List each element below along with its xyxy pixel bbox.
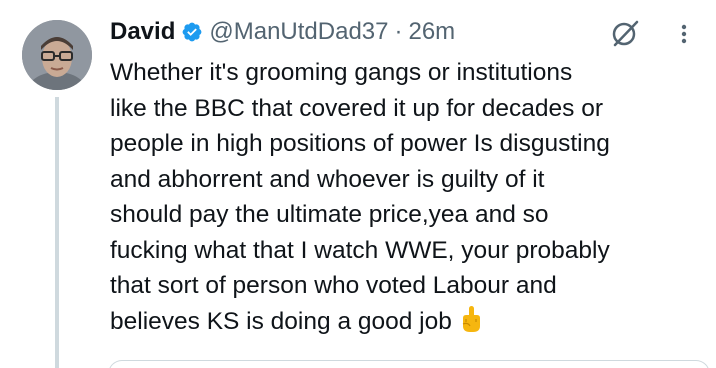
tweet-text-line-last: believes KS is doing a good job <box>110 304 710 340</box>
tweet-text-line: like the BBC that covered it up for deca… <box>110 94 603 122</box>
quoted-post-card[interactable] <box>108 360 710 368</box>
tweet-text-line: believes KS is doing a good job <box>110 307 452 335</box>
tweet-text-line: and abhorrent and whoever is guilty of i… <box>110 165 545 193</box>
author-handle[interactable]: @ManUtdDad37 <box>209 18 388 46</box>
tweet-text: Whether it's grooming gangs or instituti… <box>110 55 710 339</box>
tweet-header: David @ManUtdDad37 · 26m <box>110 14 455 50</box>
tweet-text-line: should pay the ultimate price,yea and so <box>110 201 549 228</box>
tweet-text-line: Whether it's grooming gangs or instituti… <box>110 59 573 86</box>
verified-badge-icon[interactable] <box>181 21 203 43</box>
grok-icon[interactable] <box>610 18 640 48</box>
tweet[interactable]: David @ManUtdDad37 · 26m Whether it's gr… <box>0 0 716 368</box>
header-separator: · <box>394 18 403 45</box>
tweet-text-line: fucking what that I watch WWE, your prob… <box>110 236 610 264</box>
avatar-image <box>22 20 92 90</box>
post-timestamp[interactable]: 26m <box>408 18 455 46</box>
avatar[interactable] <box>22 20 92 90</box>
more-options-icon[interactable] <box>672 20 696 48</box>
tweet-text-line: that sort of person who voted Labour and <box>110 272 557 299</box>
middle-finger-emoji <box>462 305 480 332</box>
author-display-name[interactable]: David <box>110 18 175 46</box>
thread-connector-line <box>55 97 59 368</box>
tweet-text-line: people in high positions of power Is dis… <box>110 130 610 157</box>
